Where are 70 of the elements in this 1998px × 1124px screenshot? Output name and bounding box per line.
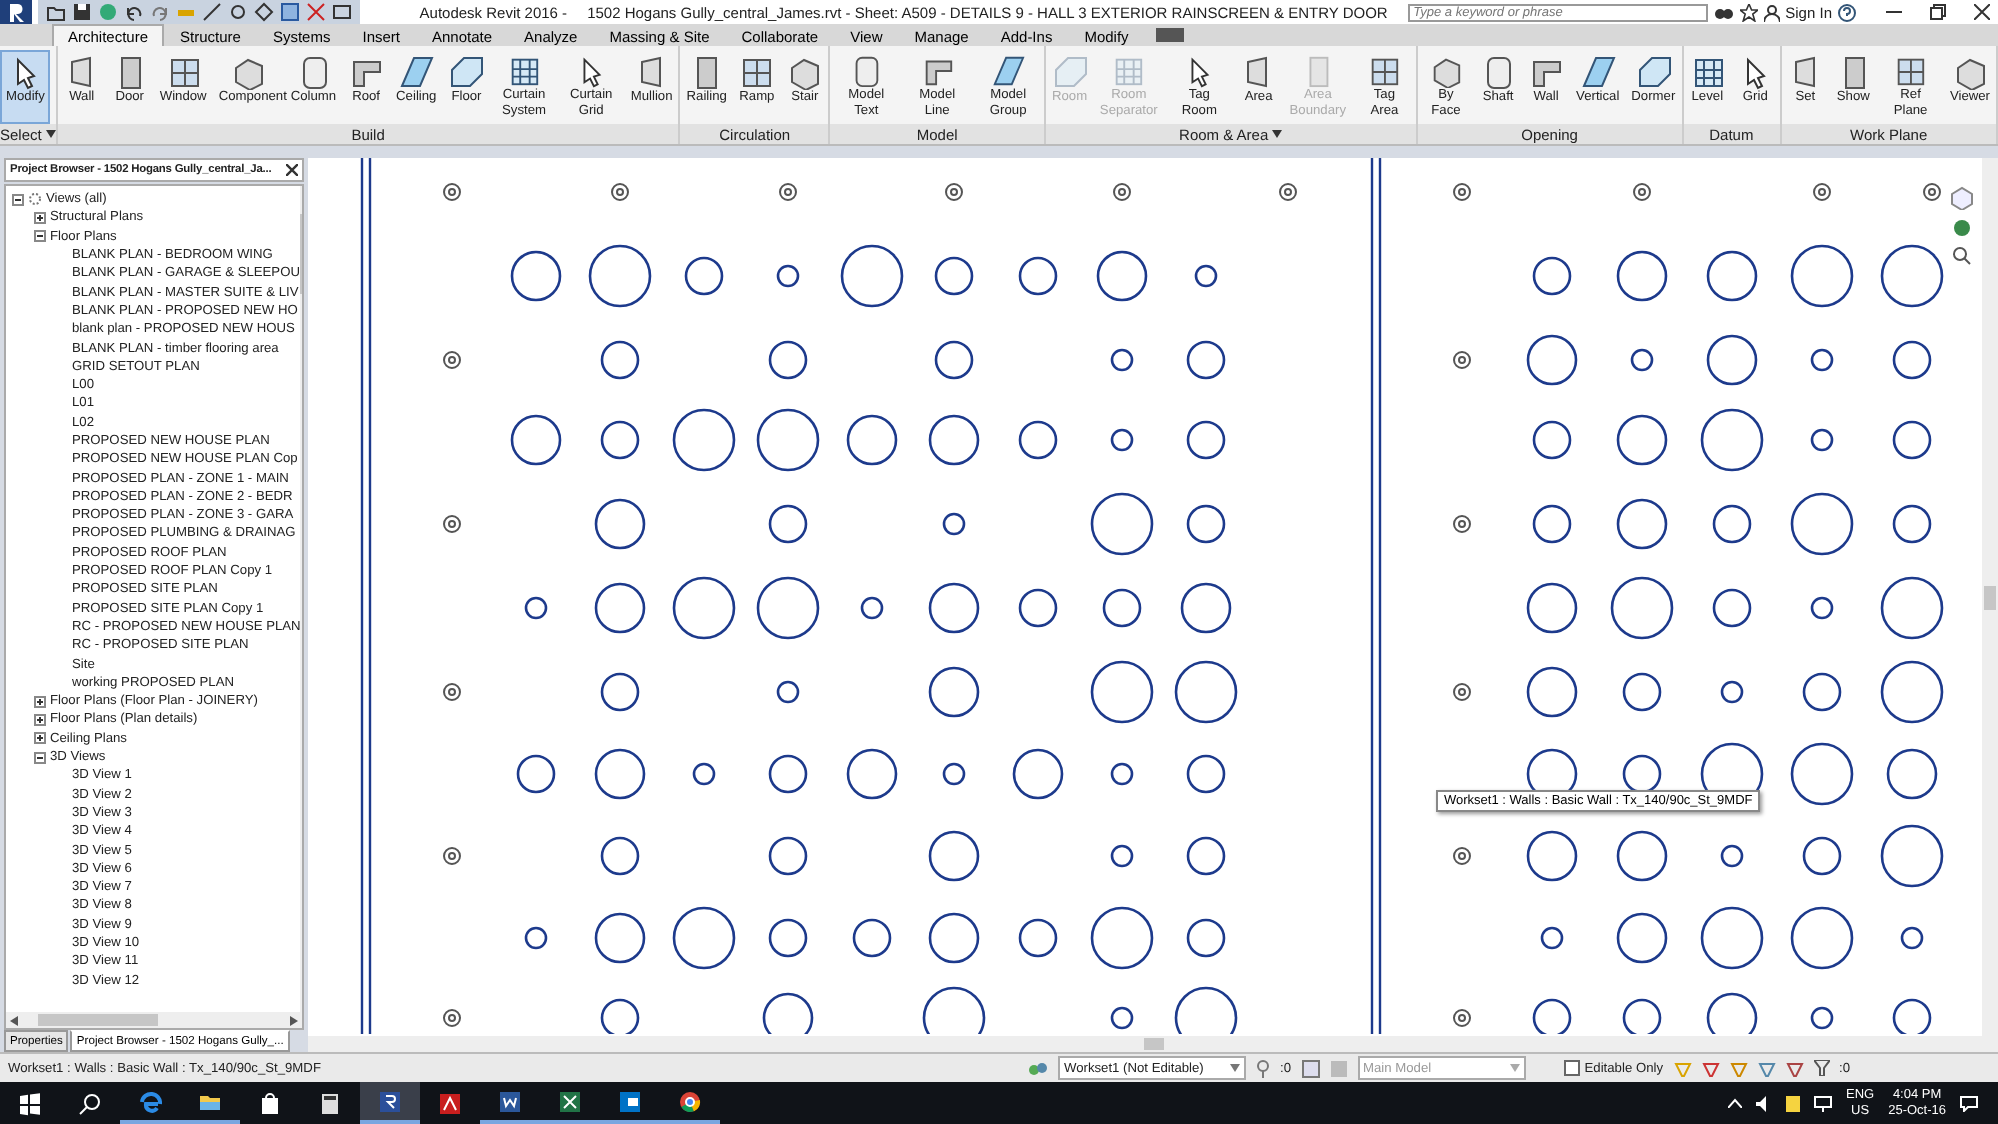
close-icon[interactable] <box>1974 4 1990 20</box>
scroll-right-icon <box>290 1015 298 1025</box>
binoculars-icon[interactable] <box>1713 4 1734 20</box>
star-icon[interactable] <box>1739 3 1758 21</box>
expander-icon[interactable] <box>34 713 46 726</box>
caret-icon <box>1509 1064 1519 1072</box>
tool-icon <box>1051 54 1088 90</box>
pin-icon <box>1256 1059 1270 1077</box>
tool-icon <box>1951 54 1988 90</box>
tool-icon <box>1689 54 1726 90</box>
autocad-icon[interactable] <box>438 1091 462 1115</box>
filter-icon[interactable] <box>1813 1060 1829 1076</box>
line-icon[interactable] <box>202 2 222 22</box>
chevron-up-icon[interactable] <box>1728 1098 1742 1108</box>
caret-icon <box>45 130 56 138</box>
help-icon[interactable] <box>1838 3 1856 21</box>
horizontal-scrollbar[interactable] <box>6 1012 302 1028</box>
expander-icon[interactable] <box>34 732 46 745</box>
excel-icon[interactable] <box>558 1089 582 1113</box>
caret-icon <box>1230 1064 1240 1072</box>
expander-icon[interactable] <box>34 211 46 224</box>
tool-icon <box>1579 54 1616 90</box>
tool-icon <box>506 54 542 88</box>
revit-icon[interactable] <box>378 1089 402 1113</box>
start-icon[interactable] <box>18 1091 42 1115</box>
person-icon[interactable] <box>1763 3 1780 21</box>
close-windows-icon[interactable] <box>306 2 326 22</box>
open-icon[interactable] <box>46 2 66 22</box>
browser-icon[interactable] <box>138 1089 162 1113</box>
tool-icon <box>1635 54 1672 90</box>
word-icon[interactable] <box>498 1089 522 1113</box>
network-icon[interactable] <box>1814 1095 1832 1111</box>
expander-icon[interactable] <box>34 751 46 764</box>
window-icon[interactable] <box>332 2 352 22</box>
tool-icon <box>738 54 775 90</box>
tool-icon <box>165 54 202 90</box>
calculator-icon[interactable] <box>318 1091 342 1115</box>
view-cube-icon[interactable] <box>1950 186 1974 210</box>
tool-icon <box>990 54 1027 88</box>
chrome-icon[interactable] <box>678 1089 702 1113</box>
note-icon[interactable] <box>1786 1095 1800 1111</box>
scroll-left-icon <box>10 1015 18 1025</box>
tool-icon <box>1366 54 1403 88</box>
workset-icon[interactable] <box>1028 1059 1048 1077</box>
tool-icon <box>230 54 267 90</box>
horizontal-scrollbar[interactable] <box>308 1036 1998 1052</box>
expander-icon[interactable] <box>34 230 46 243</box>
design-options-icon[interactable] <box>1301 1059 1319 1077</box>
contextual-tab-icon[interactable] <box>1156 28 1185 42</box>
tool-icon <box>448 54 485 90</box>
restore-icon[interactable] <box>1930 4 1946 20</box>
tool-icon <box>786 54 823 90</box>
caret-icon <box>1272 130 1283 138</box>
save-icon[interactable] <box>72 2 92 22</box>
undo-icon[interactable] <box>124 2 144 22</box>
close-icon[interactable] <box>286 164 298 176</box>
diamond-icon[interactable] <box>254 2 274 22</box>
expander-icon[interactable] <box>34 695 46 708</box>
views-icon <box>28 192 42 207</box>
expander-icon[interactable] <box>12 193 24 206</box>
notifications-icon[interactable] <box>1960 1095 1978 1111</box>
tool-icon <box>1110 54 1147 88</box>
tool-icon <box>1892 54 1929 88</box>
speaker-icon[interactable] <box>1756 1095 1772 1111</box>
bag-icon[interactable] <box>258 1091 282 1115</box>
tool-icon <box>398 54 435 90</box>
search-icon[interactable] <box>78 1091 102 1115</box>
zoom-icon[interactable] <box>1952 246 1972 266</box>
vertical-scrollbar[interactable] <box>1982 158 1998 1036</box>
app-menu-button[interactable] <box>0 0 32 24</box>
